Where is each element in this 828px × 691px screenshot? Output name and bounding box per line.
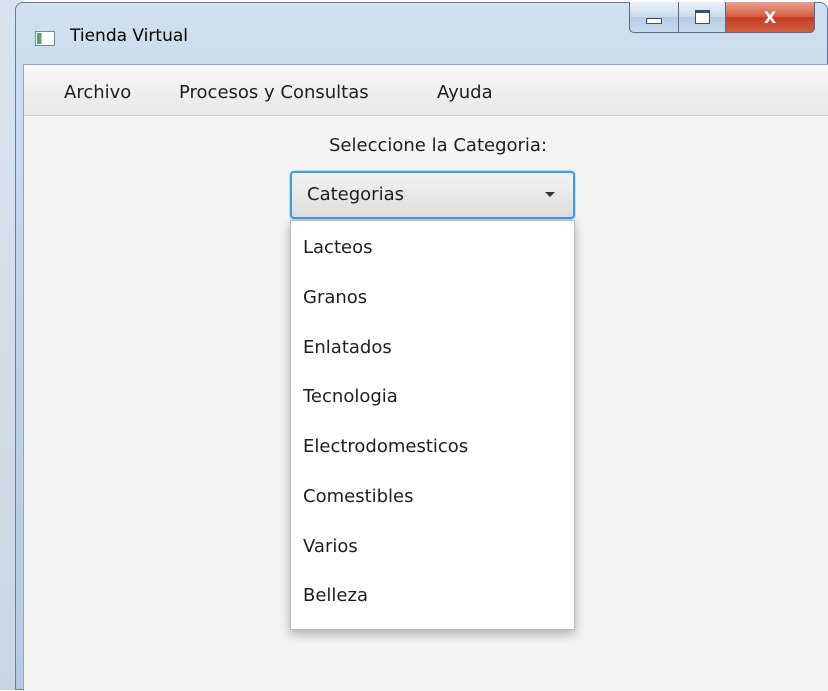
app-window-icon (35, 31, 55, 46)
title-bar[interactable]: Tienda Virtual X (15, 2, 828, 64)
window-client-area: Archivo Procesos y Consultas Ayuda Selec… (23, 64, 828, 691)
menu-procesos-y-consultas[interactable]: Procesos y Consultas (179, 82, 369, 103)
menu-archivo[interactable]: Archivo (64, 82, 131, 103)
menu-ayuda[interactable]: Ayuda (437, 82, 493, 103)
maximize-icon (694, 10, 710, 24)
dropdown-option-tecnologia[interactable]: Tecnologia (303, 386, 398, 407)
dropdown-option-enlatados[interactable]: Enlatados (303, 337, 392, 358)
chevron-down-icon[interactable] (545, 192, 555, 197)
menu-bar: Archivo Procesos y Consultas Ayuda (24, 65, 828, 116)
minimize-icon (646, 18, 662, 24)
maximize-button[interactable] (679, 2, 726, 33)
dropdown-option-varios[interactable]: Varios (303, 536, 358, 557)
close-icon: X (763, 7, 777, 27)
category-prompt-label: Seleccione la Categoria: (329, 135, 548, 156)
category-combobox[interactable]: Categorias (290, 171, 575, 219)
dropdown-option-lacteos[interactable]: Lacteos (303, 237, 372, 258)
window-title: Tienda Virtual (70, 26, 188, 46)
dropdown-option-granos[interactable]: Granos (303, 287, 367, 308)
category-dropdown-list: Lacteos Granos Enlatados Tecnologia Elec… (290, 220, 575, 630)
dropdown-option-belleza[interactable]: Belleza (303, 585, 368, 606)
main-content: Seleccione la Categoria: Categorias Lact… (24, 116, 828, 691)
dropdown-option-electrodomesticos[interactable]: Electrodomesticos (303, 436, 468, 457)
app-window: Tienda Virtual X Archivo Procesos y Cons… (15, 2, 828, 691)
dropdown-option-comestibles[interactable]: Comestibles (303, 486, 414, 507)
combobox-value: Categorias (307, 184, 404, 205)
close-button[interactable]: X (726, 2, 815, 33)
minimize-button[interactable] (629, 2, 679, 33)
window-controls: X (629, 2, 815, 33)
